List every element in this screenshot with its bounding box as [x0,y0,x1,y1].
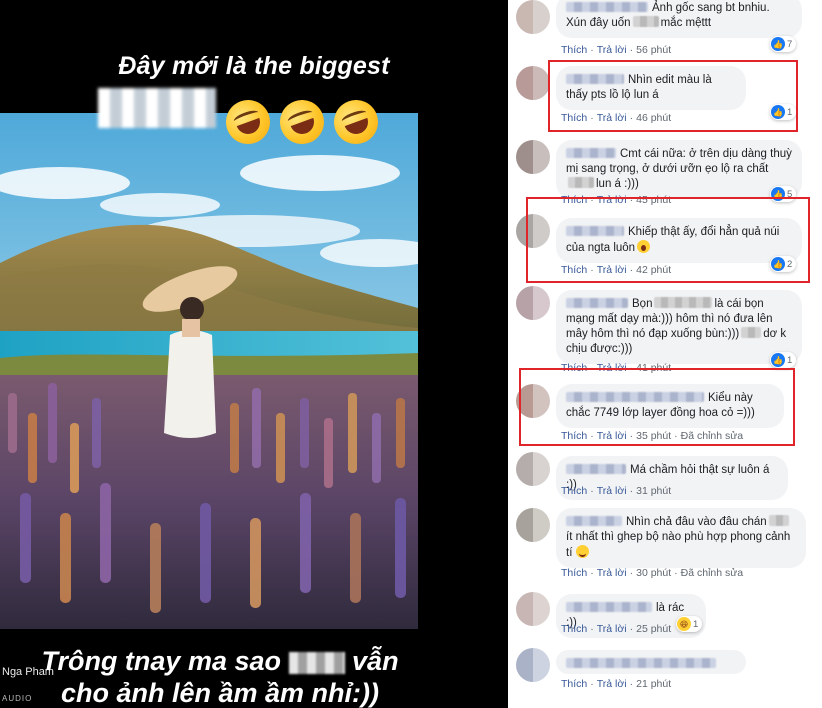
rofl-emoji-icon [327,93,385,151]
commenter-name[interactable] [566,658,716,668]
story-author: Nga Pham [2,666,54,678]
avatar[interactable] [516,140,550,174]
like-action[interactable]: Thích [561,44,587,56]
red-highlight-box [526,197,810,283]
comment-time[interactable]: 25 phút [636,623,671,635]
comment-bubble [556,650,746,674]
commenter-name[interactable] [566,602,652,612]
comment-actions: Thích · Trả lời · 30 phút · Đã chỉnh sửa [561,567,744,579]
comment-time[interactable]: 21 phút [636,678,671,690]
emoji-row [219,93,388,151]
comment-actions: Thích · Trả lời · 31 phút [561,485,672,497]
comment-actions: Thích · Trả lời · 25 phút [561,623,672,635]
reply-action[interactable]: Trả lời [597,567,627,579]
reaction-count: 7 [787,38,793,50]
reaction-count: 1 [787,354,793,366]
comment-bubble: Nhìn chả đâu vào đâu chán ít nhất thì ghe… [556,508,806,568]
smile-emoji-icon [575,545,589,558]
avatar[interactable] [516,452,550,486]
reaction-badge[interactable]: 😆 1 [676,616,703,632]
edited-label[interactable]: Đã chỉnh sửa [681,567,743,579]
rofl-emoji-icon [273,93,331,151]
censored-word [568,177,594,188]
censored-word [768,515,789,526]
red-highlight-box [519,368,795,446]
haha-reaction-icon: 😆 [677,617,691,631]
comment-text: Nhìn chả đâu vào đâu chán [626,516,767,528]
story-caption-line2: cho ảnh lên ầm ầm nhỉ:)) [60,678,380,708]
caption-text: Trông tnay ma sao [41,646,281,676]
avatar[interactable] [516,66,550,100]
avatar[interactable] [516,592,550,626]
comment-bubble: Ảnh gốc sang bt bnhiu. Xún đây uốn mắc mệ… [556,0,802,38]
story-headline: Đây mới là the biggest [118,52,390,80]
comment-text: Bọn [632,298,653,310]
comment-text: mắc mệttt [660,17,712,29]
censored-word [741,327,762,338]
comment-time[interactable]: 30 phút [636,567,671,579]
story-photo [0,113,418,629]
like-action[interactable]: Thích [561,567,587,579]
story-image: Đây mới là the biggest Trông tnay ma sao… [0,0,508,708]
reply-action[interactable]: Trả lời [597,485,627,497]
like-reaction-icon: 👍 [771,37,785,51]
avatar[interactable] [516,648,550,682]
caption-text: vẫn [352,646,399,676]
commenter-name[interactable] [566,464,626,474]
commenter-name[interactable] [566,298,628,308]
like-action[interactable]: Thích [561,485,587,497]
comment-time[interactable]: 56 phút [636,44,671,56]
comment-actions: Thích · Trả lời · 21 phút [561,678,672,690]
like-action[interactable]: Thích [561,678,587,690]
like-reaction-icon: 👍 [771,353,785,367]
commenter-name[interactable] [566,148,616,158]
comment-text: ít nhất thì ghep bộ nào phù hợp phong cả… [566,531,791,559]
commenter-name[interactable] [566,2,648,12]
reply-action[interactable]: Trả lời [597,678,627,690]
censored-name-block [98,88,216,128]
avatar[interactable] [516,0,550,34]
comment-time[interactable]: 31 phút [636,485,671,497]
story-caption-line1: Trông tnay ma sao vẫn [0,644,440,678]
reaction-count: 1 [693,618,699,630]
red-highlight-box [548,60,798,132]
reaction-badge[interactable]: 👍 7 [770,36,797,52]
story-author-sub: AUDIO [2,694,33,703]
comment-bubble: Cmt cái nữa: ở trên dịu dàng thuỳ mị san… [556,140,802,199]
reply-action[interactable]: Trả lời [597,623,627,635]
censored-word [654,297,713,308]
comment-actions: Thích · Trả lời · 56 phút [561,44,672,56]
comment-bubble: Bọn là cái bọn mạng mất dạy mà:))) hôm th… [556,290,802,364]
commenter-name[interactable] [566,516,622,526]
reply-action[interactable]: Trả lời [597,44,627,56]
avatar[interactable] [516,286,550,320]
censored-word [632,16,659,27]
censored-name-block [288,651,345,674]
rofl-emoji-icon [219,93,277,151]
comment-list: Ảnh gốc sang bt bnhiu. Xún đây uốn mắc mệ… [508,0,822,708]
avatar[interactable] [516,508,550,542]
reaction-badge[interactable]: 👍 1 [770,352,797,368]
like-action[interactable]: Thích [561,623,587,635]
comment-text: lun á :))) [596,178,639,190]
